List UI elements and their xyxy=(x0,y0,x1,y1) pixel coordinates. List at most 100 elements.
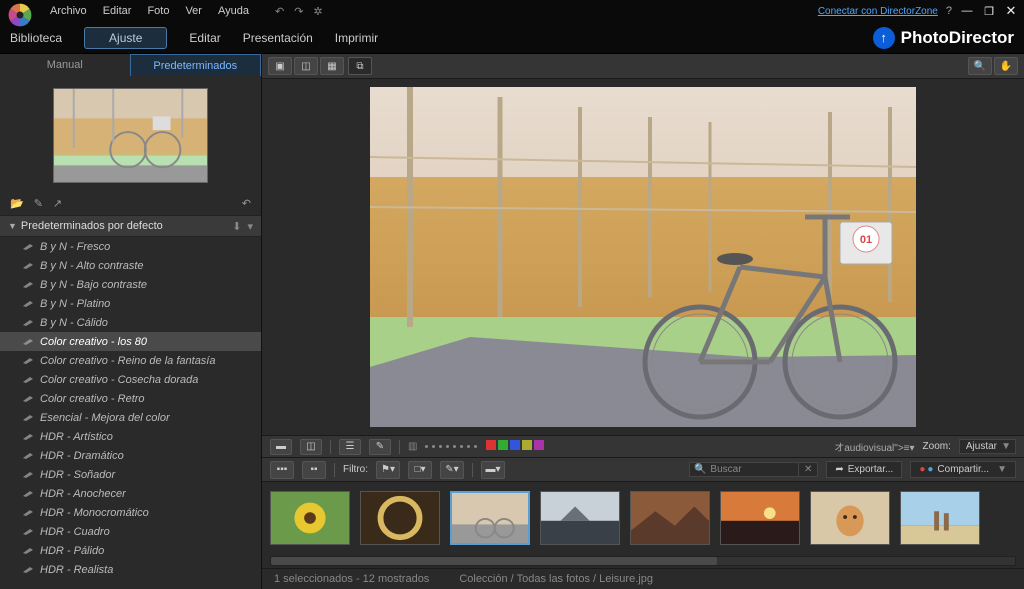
main-photo: 01 xyxy=(370,87,916,427)
preview-thumb xyxy=(53,88,208,183)
module-biblioteca[interactable]: Biblioteca xyxy=(10,31,62,45)
filmstrip-thumb[interactable] xyxy=(810,491,890,545)
preset-icon-row: 📂 ✎ ↗ ↶ xyxy=(0,191,261,215)
brush-icon[interactable]: ✎ xyxy=(34,197,43,210)
export-icon[interactable]: ↗ xyxy=(53,197,62,210)
layout-split-icon[interactable]: ◫ xyxy=(300,439,322,455)
filmstrip-thumb[interactable] xyxy=(360,491,440,545)
info-toggle-icon[interactable]: ☰ xyxy=(339,439,361,455)
sidebar-tab-manual[interactable]: Manual xyxy=(0,54,130,76)
preset-list: B y N - FrescoB y N - Alto contrasteB y … xyxy=(0,237,261,589)
pan-tool-icon[interactable]: ✋ xyxy=(994,57,1018,75)
share-label: Compartir... xyxy=(937,464,989,475)
thumb-size2-icon[interactable]: ▪▪ xyxy=(302,461,326,479)
help-icon[interactable]: ? xyxy=(946,5,952,17)
preset-item[interactable]: B y N - Platino xyxy=(0,294,261,313)
preset-item[interactable]: HDR - Pálido xyxy=(0,541,261,560)
filmstrip[interactable] xyxy=(262,482,1024,554)
search-clear-button[interactable]: ✕ xyxy=(799,462,818,477)
preset-menu-icon[interactable]: ▾ xyxy=(247,220,253,233)
export-button[interactable]: ➦ Exportar... xyxy=(826,461,902,478)
menu-ver[interactable]: Ver xyxy=(177,5,210,17)
app-logo xyxy=(6,1,34,29)
undo-icon[interactable]: ↶ xyxy=(275,5,284,18)
color-swatch[interactable] xyxy=(510,440,520,450)
gear-icon[interactable]: ✲ xyxy=(313,5,322,18)
zoom-tool-icon[interactable]: 🔍 xyxy=(968,57,992,75)
sort-icon[interactable]: オaudiovisual">≡▾ xyxy=(834,439,914,454)
svg-text:01: 01 xyxy=(860,234,872,246)
brand-text: PhotoDirector xyxy=(901,28,1014,48)
search-input[interactable]: 🔍 Buscar xyxy=(689,462,799,477)
module-ajuste[interactable]: Ajuste xyxy=(84,27,167,49)
undo-preset-icon[interactable]: ↶ xyxy=(242,197,251,210)
color-labels[interactable] xyxy=(485,440,545,453)
filmstrip-thumb[interactable] xyxy=(450,491,530,545)
filmstrip-thumb[interactable] xyxy=(900,491,980,545)
filter-label-icon[interactable]: □▾ xyxy=(408,461,432,479)
preset-group-header[interactable]: ▼ Predeterminados por defecto ⬇ ▾ xyxy=(0,215,261,237)
layout-single-icon[interactable]: ▬ xyxy=(270,439,292,455)
color-swatch[interactable] xyxy=(522,440,532,450)
canvas[interactable]: 01 xyxy=(262,79,1024,435)
zoom-select[interactable]: Ajustar ▼ xyxy=(959,439,1016,454)
preset-item[interactable]: B y N - Fresco xyxy=(0,237,261,256)
preset-item[interactable]: Esencial - Mejora del color xyxy=(0,408,261,427)
minimize-button[interactable]: — xyxy=(960,4,974,18)
view-grid-icon[interactable]: ▦ xyxy=(320,57,344,75)
redo-icon[interactable]: ↷ xyxy=(294,5,303,18)
download-preset-icon[interactable]: ⬇ xyxy=(232,220,241,233)
menu-ayuda[interactable]: Ayuda xyxy=(210,5,257,17)
preset-item[interactable]: Color creativo - Cosecha dorada xyxy=(0,370,261,389)
zoom-label: Zoom: xyxy=(923,441,951,452)
preset-item[interactable]: Color creativo - Retro xyxy=(0,389,261,408)
filter-edit-icon[interactable]: ✎▾ xyxy=(440,461,464,479)
folder-open-icon[interactable]: 📂 xyxy=(10,197,24,210)
preset-item[interactable]: HDR - Soñador xyxy=(0,465,261,484)
thumb-size-icon[interactable]: ▪▪▪ xyxy=(270,461,294,479)
module-editar[interactable]: Editar xyxy=(189,31,220,45)
filmstrip-thumb[interactable] xyxy=(270,491,350,545)
share-button[interactable]: ●● Compartir... ▼ xyxy=(910,461,1016,478)
menu-editar[interactable]: Editar xyxy=(95,5,140,17)
preset-item[interactable]: HDR - Dramático xyxy=(0,446,261,465)
preset-item[interactable]: Color creativo - Reino de la fantasía xyxy=(0,351,261,370)
view-single-icon[interactable]: ▣ xyxy=(268,57,292,75)
view-compare-icon[interactable]: ◫ xyxy=(294,57,318,75)
chevron-down-icon: ▼ xyxy=(8,221,17,231)
preset-item[interactable]: B y N - Cálido xyxy=(0,313,261,332)
mask-toggle-icon[interactable]: ✎ xyxy=(369,439,391,455)
preset-group-title: Predeterminados por defecto xyxy=(21,220,163,232)
filter-stack-icon[interactable]: ▬▾ xyxy=(481,461,505,479)
brand-label: ↑ PhotoDirector xyxy=(873,27,1014,49)
preset-item[interactable]: B y N - Bajo contraste xyxy=(0,275,261,294)
histogram-icon[interactable]: ▥ xyxy=(408,441,417,452)
rating-dots[interactable] xyxy=(425,445,477,448)
menu-archivo[interactable]: Archivo xyxy=(42,5,95,17)
color-swatch[interactable] xyxy=(486,440,496,450)
filmstrip-scrollbar[interactable] xyxy=(262,554,1024,568)
filmstrip-thumb[interactable] xyxy=(540,491,620,545)
preset-item[interactable]: HDR - Cuadro xyxy=(0,522,261,541)
search-icon: 🔍 xyxy=(694,464,706,475)
sidebar-tab-predeterminados[interactable]: Predeterminados xyxy=(130,54,262,76)
preset-item[interactable]: HDR - Anochecer xyxy=(0,484,261,503)
view-multiscreen-icon[interactable]: ⧉ xyxy=(348,57,372,75)
close-button[interactable]: ✕ xyxy=(1004,4,1018,18)
preset-item[interactable]: B y N - Alto contraste xyxy=(0,256,261,275)
module-presentacion[interactable]: Presentación xyxy=(243,31,313,45)
preset-item[interactable]: HDR - Monocromático xyxy=(0,503,261,522)
color-swatch[interactable] xyxy=(534,440,544,450)
filmstrip-thumb[interactable] xyxy=(720,491,800,545)
preset-item[interactable]: HDR - Artístico xyxy=(0,427,261,446)
filter-flag-icon[interactable]: ⚑▾ xyxy=(376,461,400,479)
preset-item[interactable]: HDR - Realista xyxy=(0,560,261,579)
module-imprimir[interactable]: Imprimir xyxy=(335,31,378,45)
path-status: Colección / Todas las fotos / Leisure.jp… xyxy=(459,573,653,585)
filmstrip-thumb[interactable] xyxy=(630,491,710,545)
color-swatch[interactable] xyxy=(498,440,508,450)
connect-directorzone-link[interactable]: Conectar con DirectorZone xyxy=(818,6,938,17)
menu-foto[interactable]: Foto xyxy=(139,5,177,17)
maximize-button[interactable]: ❐ xyxy=(982,4,996,18)
preset-item[interactable]: Color creativo - los 80 xyxy=(0,332,261,351)
